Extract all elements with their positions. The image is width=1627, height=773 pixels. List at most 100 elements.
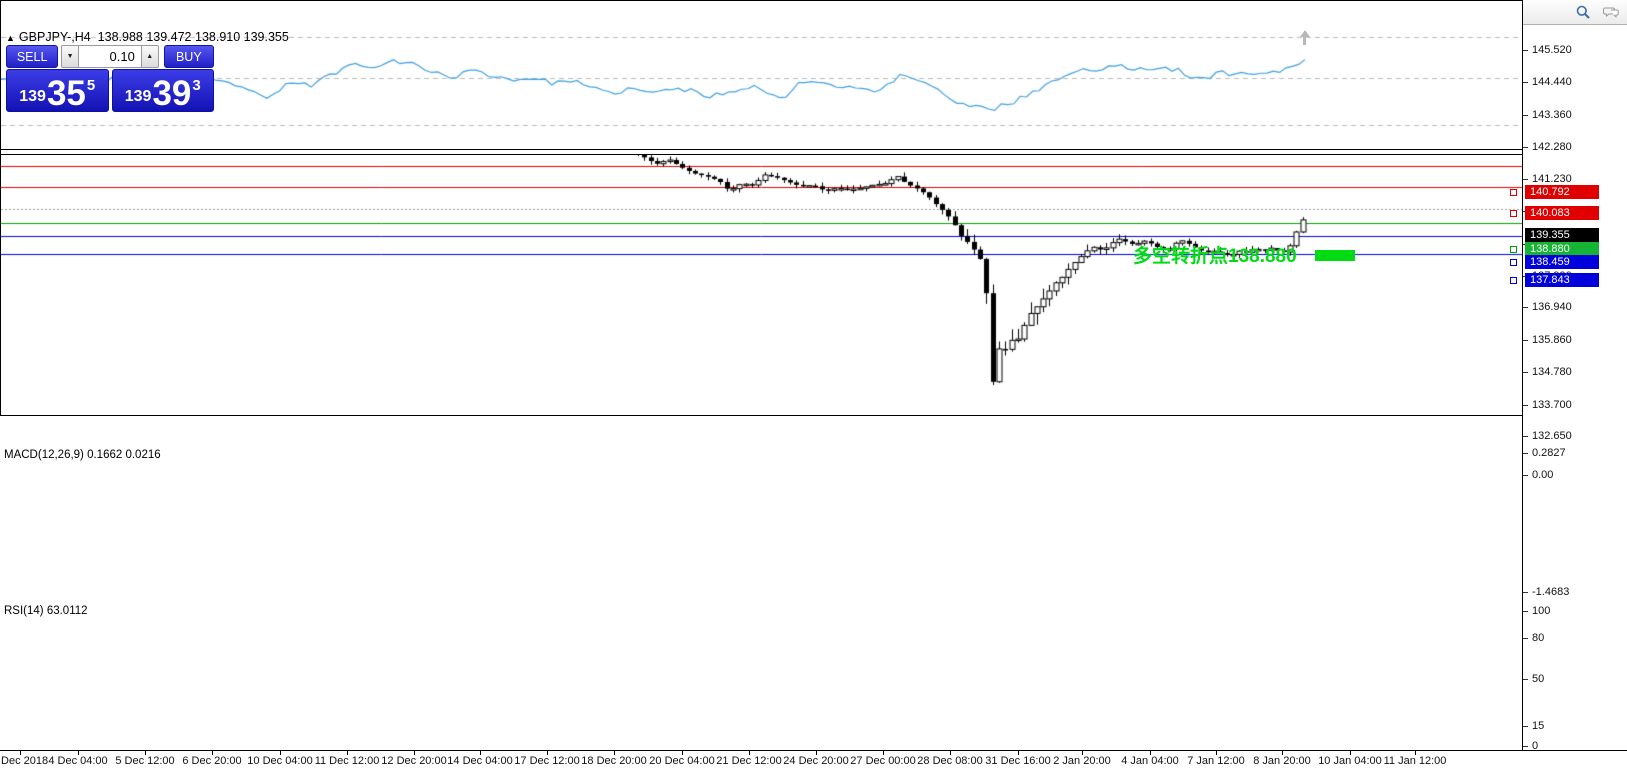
time-axis-label: 6 Dec 20:00 xyxy=(182,755,242,767)
volume-increase-button[interactable]: ▲ xyxy=(140,45,159,68)
price-tag-140.792: 140.792 xyxy=(1525,185,1599,199)
buy-button[interactable]: BUY xyxy=(163,45,214,68)
price-axis[interactable]: 145.520144.440143.360142.280141.230140.1… xyxy=(1522,26,1627,752)
time-axis-label: 14 Dec 04:00 xyxy=(447,755,513,767)
price-tag-139.355: 139.355 xyxy=(1525,228,1599,242)
price-axis-tick-label: 132.650 xyxy=(1532,430,1572,442)
time-axis-label: 10 Dec 04:00 xyxy=(247,755,313,767)
rsi-indicator-pane[interactable] xyxy=(0,0,1523,150)
time-axis-label: 11 Dec 12:00 xyxy=(314,755,380,767)
time-axis-label: 21 Dec 12:00 xyxy=(716,755,782,767)
axis-tick-mark xyxy=(1523,179,1528,180)
one-click-trading-panel: SELL ▼ 0.10 ▲ BUY 139 35 5 139 39 3 xyxy=(6,45,214,112)
time-axis-label: 27 Dec 00:00 xyxy=(850,755,916,767)
up-arrow-marker xyxy=(1299,30,1311,45)
pivot-annotation-rect[interactable] xyxy=(1315,250,1355,261)
axis-tick-mark xyxy=(1523,746,1528,747)
time-axis[interactable]: 2 Dec 20184 Dec 04:00 5 Dec 12:00 6 Dec 20… xyxy=(0,750,1627,773)
chart-title: ▲ GBPJPY-,H4 138.988 139.472 138.910 139.… xyxy=(6,30,289,44)
axis-tick-mark xyxy=(1523,147,1528,148)
buy-price-main: 39 xyxy=(152,73,192,113)
symbol-period-label: GBPJPY-,H4 xyxy=(18,30,91,44)
price-axis-tick-label: 136.940 xyxy=(1532,301,1572,313)
time-axis-label: 11 Jan 12:00 xyxy=(1383,755,1447,767)
time-axis-label: 31 Dec 16:00 xyxy=(985,755,1051,767)
sell-price-prefix: 139 xyxy=(19,88,46,105)
axis-tick-mark xyxy=(1523,611,1528,612)
volume-decrease-button[interactable]: ▼ xyxy=(61,45,80,68)
rsi-axis-label: 80 xyxy=(1532,632,1545,644)
axis-tick-mark xyxy=(1523,638,1528,639)
price-axis-tick-label: 142.280 xyxy=(1532,141,1572,153)
axis-tick-mark xyxy=(1523,592,1528,593)
axis-tick-mark xyxy=(1523,307,1528,308)
time-axis-label: 8 Jan 20:00 xyxy=(1253,755,1311,767)
time-axis-label: 12 Dec 20:00 xyxy=(381,755,447,767)
price-axis-tick-label: 133.700 xyxy=(1532,399,1572,411)
time-axis-label: 2 Dec 2018 xyxy=(0,755,49,767)
chat-button[interactable] xyxy=(1597,1,1625,23)
macd-axis-label: -1.4683 xyxy=(1532,586,1570,598)
price-axis-tick-label: 145.520 xyxy=(1532,44,1572,56)
macd-label: MACD(12,26,9) 0.1662 0.0216 xyxy=(4,449,161,461)
chat-icon xyxy=(1603,4,1619,20)
price-axis-tick-label: 144.440 xyxy=(1532,76,1572,88)
sell-button[interactable]: SELL xyxy=(6,45,59,68)
rsi-axis-label: 15 xyxy=(1532,720,1545,732)
buy-price-button[interactable]: 139 39 3 xyxy=(111,69,214,113)
time-axis-label: 5 Dec 12:00 xyxy=(115,755,175,767)
mt4-window: 单自动交易▾▾▾EFAT▾M1M5M15M30H1H4D1W1MN ▲GBPJP… xyxy=(0,0,1627,773)
price-axis-tick-label: 143.360 xyxy=(1532,109,1572,121)
hline-handle[interactable] xyxy=(1510,246,1517,253)
hline-handle[interactable] xyxy=(1510,189,1517,196)
axis-tick-mark xyxy=(1523,50,1528,51)
buy-price-pip: 3 xyxy=(192,77,201,94)
time-axis-label: 17 Dec 12:00 xyxy=(514,755,580,767)
time-axis-label: 2 Jan 20:00 xyxy=(1053,755,1111,767)
price-axis-tick-label: 134.780 xyxy=(1532,366,1572,378)
sell-price-pip: 5 xyxy=(86,77,96,94)
pivot-annotation-text[interactable]: 多空转折点138.880 xyxy=(1133,241,1297,268)
price-tag-137.843: 137.843 xyxy=(1525,273,1599,287)
rsi-axis-label: 100 xyxy=(1532,605,1551,617)
price-tag-138.459: 138.459 xyxy=(1525,255,1599,269)
hline-handle[interactable] xyxy=(1510,277,1517,284)
time-axis-label: 4 Dec 04:00 xyxy=(48,755,108,767)
axis-tick-mark xyxy=(1523,340,1528,341)
axis-tick-mark xyxy=(1523,115,1528,116)
time-axis-label: 7 Jan 12:00 xyxy=(1187,755,1245,767)
price-tag-138.880: 138.880 xyxy=(1525,242,1599,256)
volume-input[interactable]: 0.10 xyxy=(79,45,141,68)
macd-axis-label: 0.2827 xyxy=(1532,447,1566,459)
rsi-label: RSI(14) 63.0112 xyxy=(4,605,88,617)
hline-handle[interactable] xyxy=(1510,210,1517,217)
axis-tick-mark xyxy=(1523,436,1528,437)
axis-tick-mark xyxy=(1523,372,1528,373)
time-axis-label: 24 Dec 20:00 xyxy=(783,755,849,767)
rsi-canvas[interactable] xyxy=(1,1,1522,149)
price-axis-tick-label: 141.230 xyxy=(1532,173,1572,185)
axis-tick-mark xyxy=(1523,726,1528,727)
axis-tick-mark xyxy=(1523,679,1528,680)
time-axis-label: 18 Dec 20:00 xyxy=(581,755,647,767)
price-tag-140.083: 140.083 xyxy=(1525,206,1599,220)
hline-handle[interactable] xyxy=(1510,259,1517,266)
rsi-axis-label: 50 xyxy=(1532,673,1545,685)
time-axis-label: 28 Dec 08:00 xyxy=(917,755,983,767)
collapse-marker-icon[interactable]: ▲ xyxy=(6,33,15,43)
time-axis-label: 10 Jan 04:00 xyxy=(1318,755,1382,767)
time-axis-label: 4 Jan 04:00 xyxy=(1121,755,1179,767)
axis-tick-mark xyxy=(1523,475,1528,476)
axis-tick-mark xyxy=(1523,405,1528,406)
search-button[interactable] xyxy=(1569,1,1597,23)
axis-tick-mark xyxy=(1523,453,1528,454)
sell-price-button[interactable]: 139 35 5 xyxy=(6,69,109,112)
axis-tick-mark xyxy=(1523,82,1528,83)
sell-price-main: 35 xyxy=(46,73,86,113)
buy-price-prefix: 139 xyxy=(124,88,152,105)
ohlc-values: 138.988 139.472 138.910 139.355 xyxy=(97,30,289,44)
price-axis-tick-label: 135.860 xyxy=(1532,334,1572,346)
search-icon xyxy=(1575,4,1591,20)
time-axis-label: 20 Dec 04:00 xyxy=(649,755,715,767)
macd-axis-label: 0.00 xyxy=(1532,469,1554,481)
